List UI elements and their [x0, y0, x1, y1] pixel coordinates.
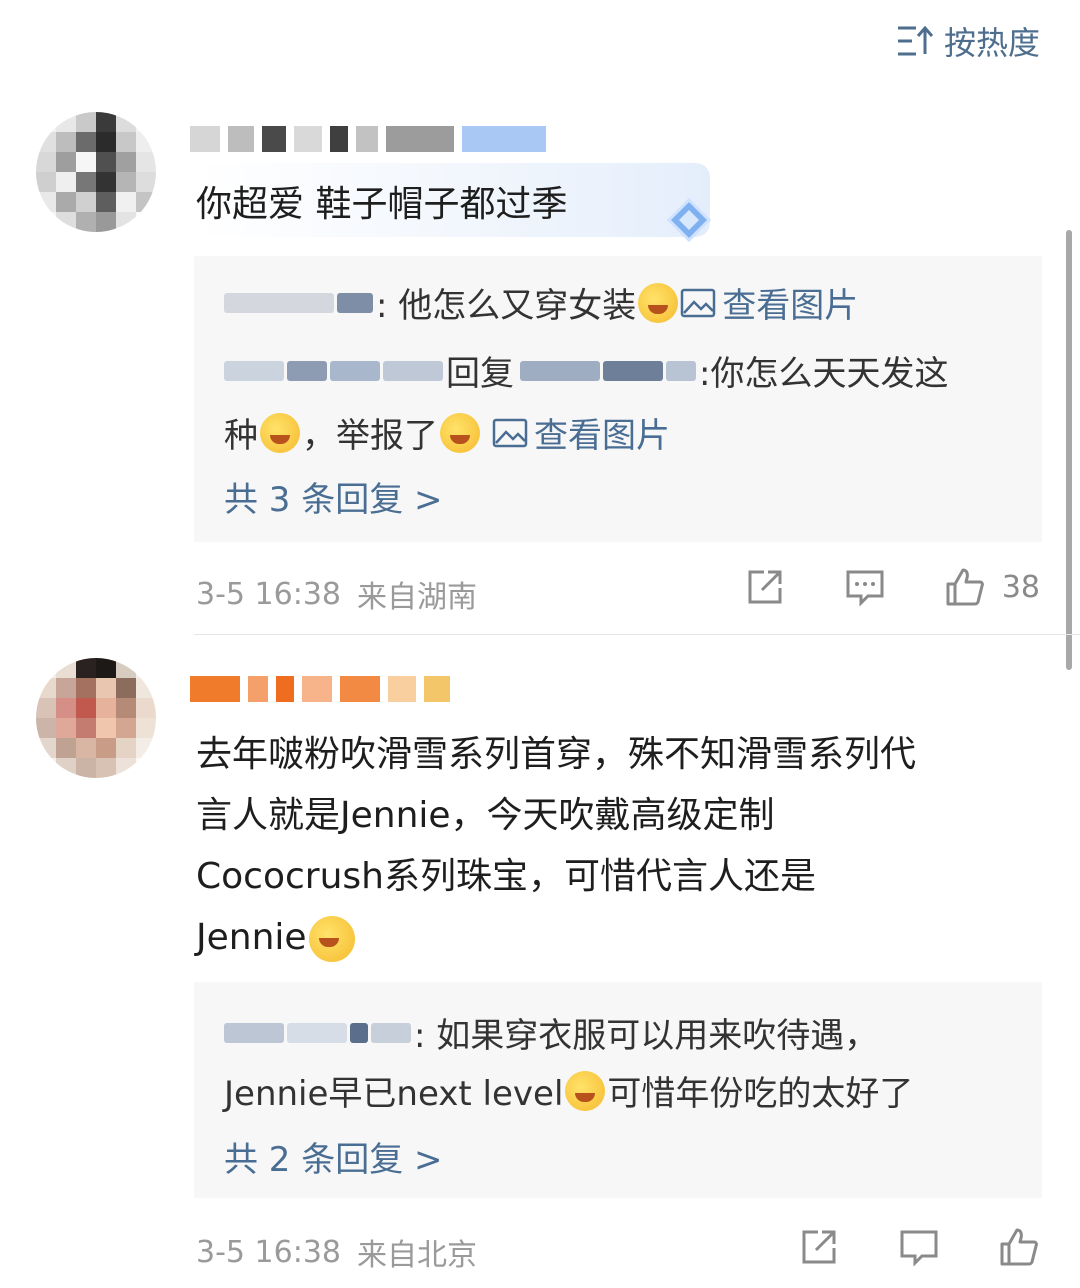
reply-box[interactable]: : 如果穿衣服可以用来吹待遇， Jennie早已next level 可惜年份吃… — [194, 982, 1042, 1198]
like-count: 38 — [1001, 569, 1040, 605]
share-icon[interactable] — [798, 1226, 840, 1268]
emoji-icon — [308, 916, 355, 962]
comment-icon[interactable] — [898, 1226, 940, 1268]
emoji-icon — [260, 412, 300, 453]
reply-item: 回复 :你怎么天天发这 — [224, 346, 948, 395]
comment-actions — [798, 1226, 1040, 1268]
comment-meta: 3-5 16:38 来自北京 — [196, 1230, 477, 1274]
more-replies-link[interactable]: 共 3 条回复 > — [224, 472, 443, 521]
divider — [194, 634, 1080, 635]
more-replies-link[interactable]: 共 2 条回复 > — [224, 1132, 443, 1181]
reply-text: 回复 — [446, 354, 514, 394]
image-icon — [681, 288, 716, 317]
avatar[interactable] — [36, 658, 156, 778]
reply-box[interactable]: : 他怎么又穿女装 查看图片 回复 :你怎么天天发这 种 ，举报了 查看图片 共… — [194, 256, 1042, 542]
emoji-icon — [565, 1070, 606, 1111]
image-icon — [492, 418, 528, 447]
view-image-link[interactable]: 查看图片 — [492, 408, 670, 457]
reply-item: : 如果穿衣服可以用来吹待遇， — [224, 1008, 878, 1057]
like-button[interactable]: 38 — [944, 566, 1040, 608]
diamond-badge-icon — [666, 197, 712, 243]
comment-location: 来自北京 — [357, 1238, 477, 1273]
reply-text: :你怎么天天发这 — [699, 354, 949, 394]
sort-button[interactable]: 按热度 — [896, 18, 1040, 64]
comment-text: 你超爱 鞋子帽子都过季 — [196, 184, 568, 225]
like-icon — [1000, 1228, 1038, 1266]
like-icon — [946, 568, 984, 606]
comment-time: 3-5 16:38 — [196, 1234, 341, 1270]
comment-meta: 3-5 16:38 来自湖南 — [196, 572, 477, 616]
reply-item: 种 ，举报了 查看图片 — [224, 408, 670, 457]
reply-text: : 他怎么又穿女装 — [376, 286, 637, 326]
username-blurred[interactable] — [190, 672, 450, 706]
comment-location: 来自湖南 — [357, 580, 477, 615]
emoji-icon — [440, 412, 480, 453]
laughing-emoji-icon — [638, 282, 679, 323]
reply-item: : 他怎么又穿女装 查看图片 — [224, 278, 858, 327]
comment-time: 3-5 16:38 — [196, 576, 341, 612]
comment-icon[interactable] — [844, 566, 886, 608]
avatar[interactable] — [36, 112, 156, 232]
comment-text: 去年啵粉吹滑雪系列首穿，殊不知滑雪系列代 言人就是Jennie，今天吹戴高级定制… — [196, 724, 1046, 968]
view-image-link[interactable]: 查看图片 — [680, 278, 858, 327]
reply-text: : 如果穿衣服可以用来吹待遇， — [414, 1016, 879, 1056]
reply-item: Jennie早已next level 可惜年份吃的太好了 — [224, 1066, 913, 1115]
like-button[interactable] — [998, 1226, 1040, 1268]
sort-label: 按热度 — [943, 24, 1040, 62]
sort-icon — [897, 25, 934, 56]
share-icon[interactable] — [744, 566, 786, 608]
comment-actions: 38 — [744, 566, 1040, 608]
scrollbar[interactable] — [1066, 230, 1072, 670]
username-blurred[interactable] — [190, 122, 546, 156]
